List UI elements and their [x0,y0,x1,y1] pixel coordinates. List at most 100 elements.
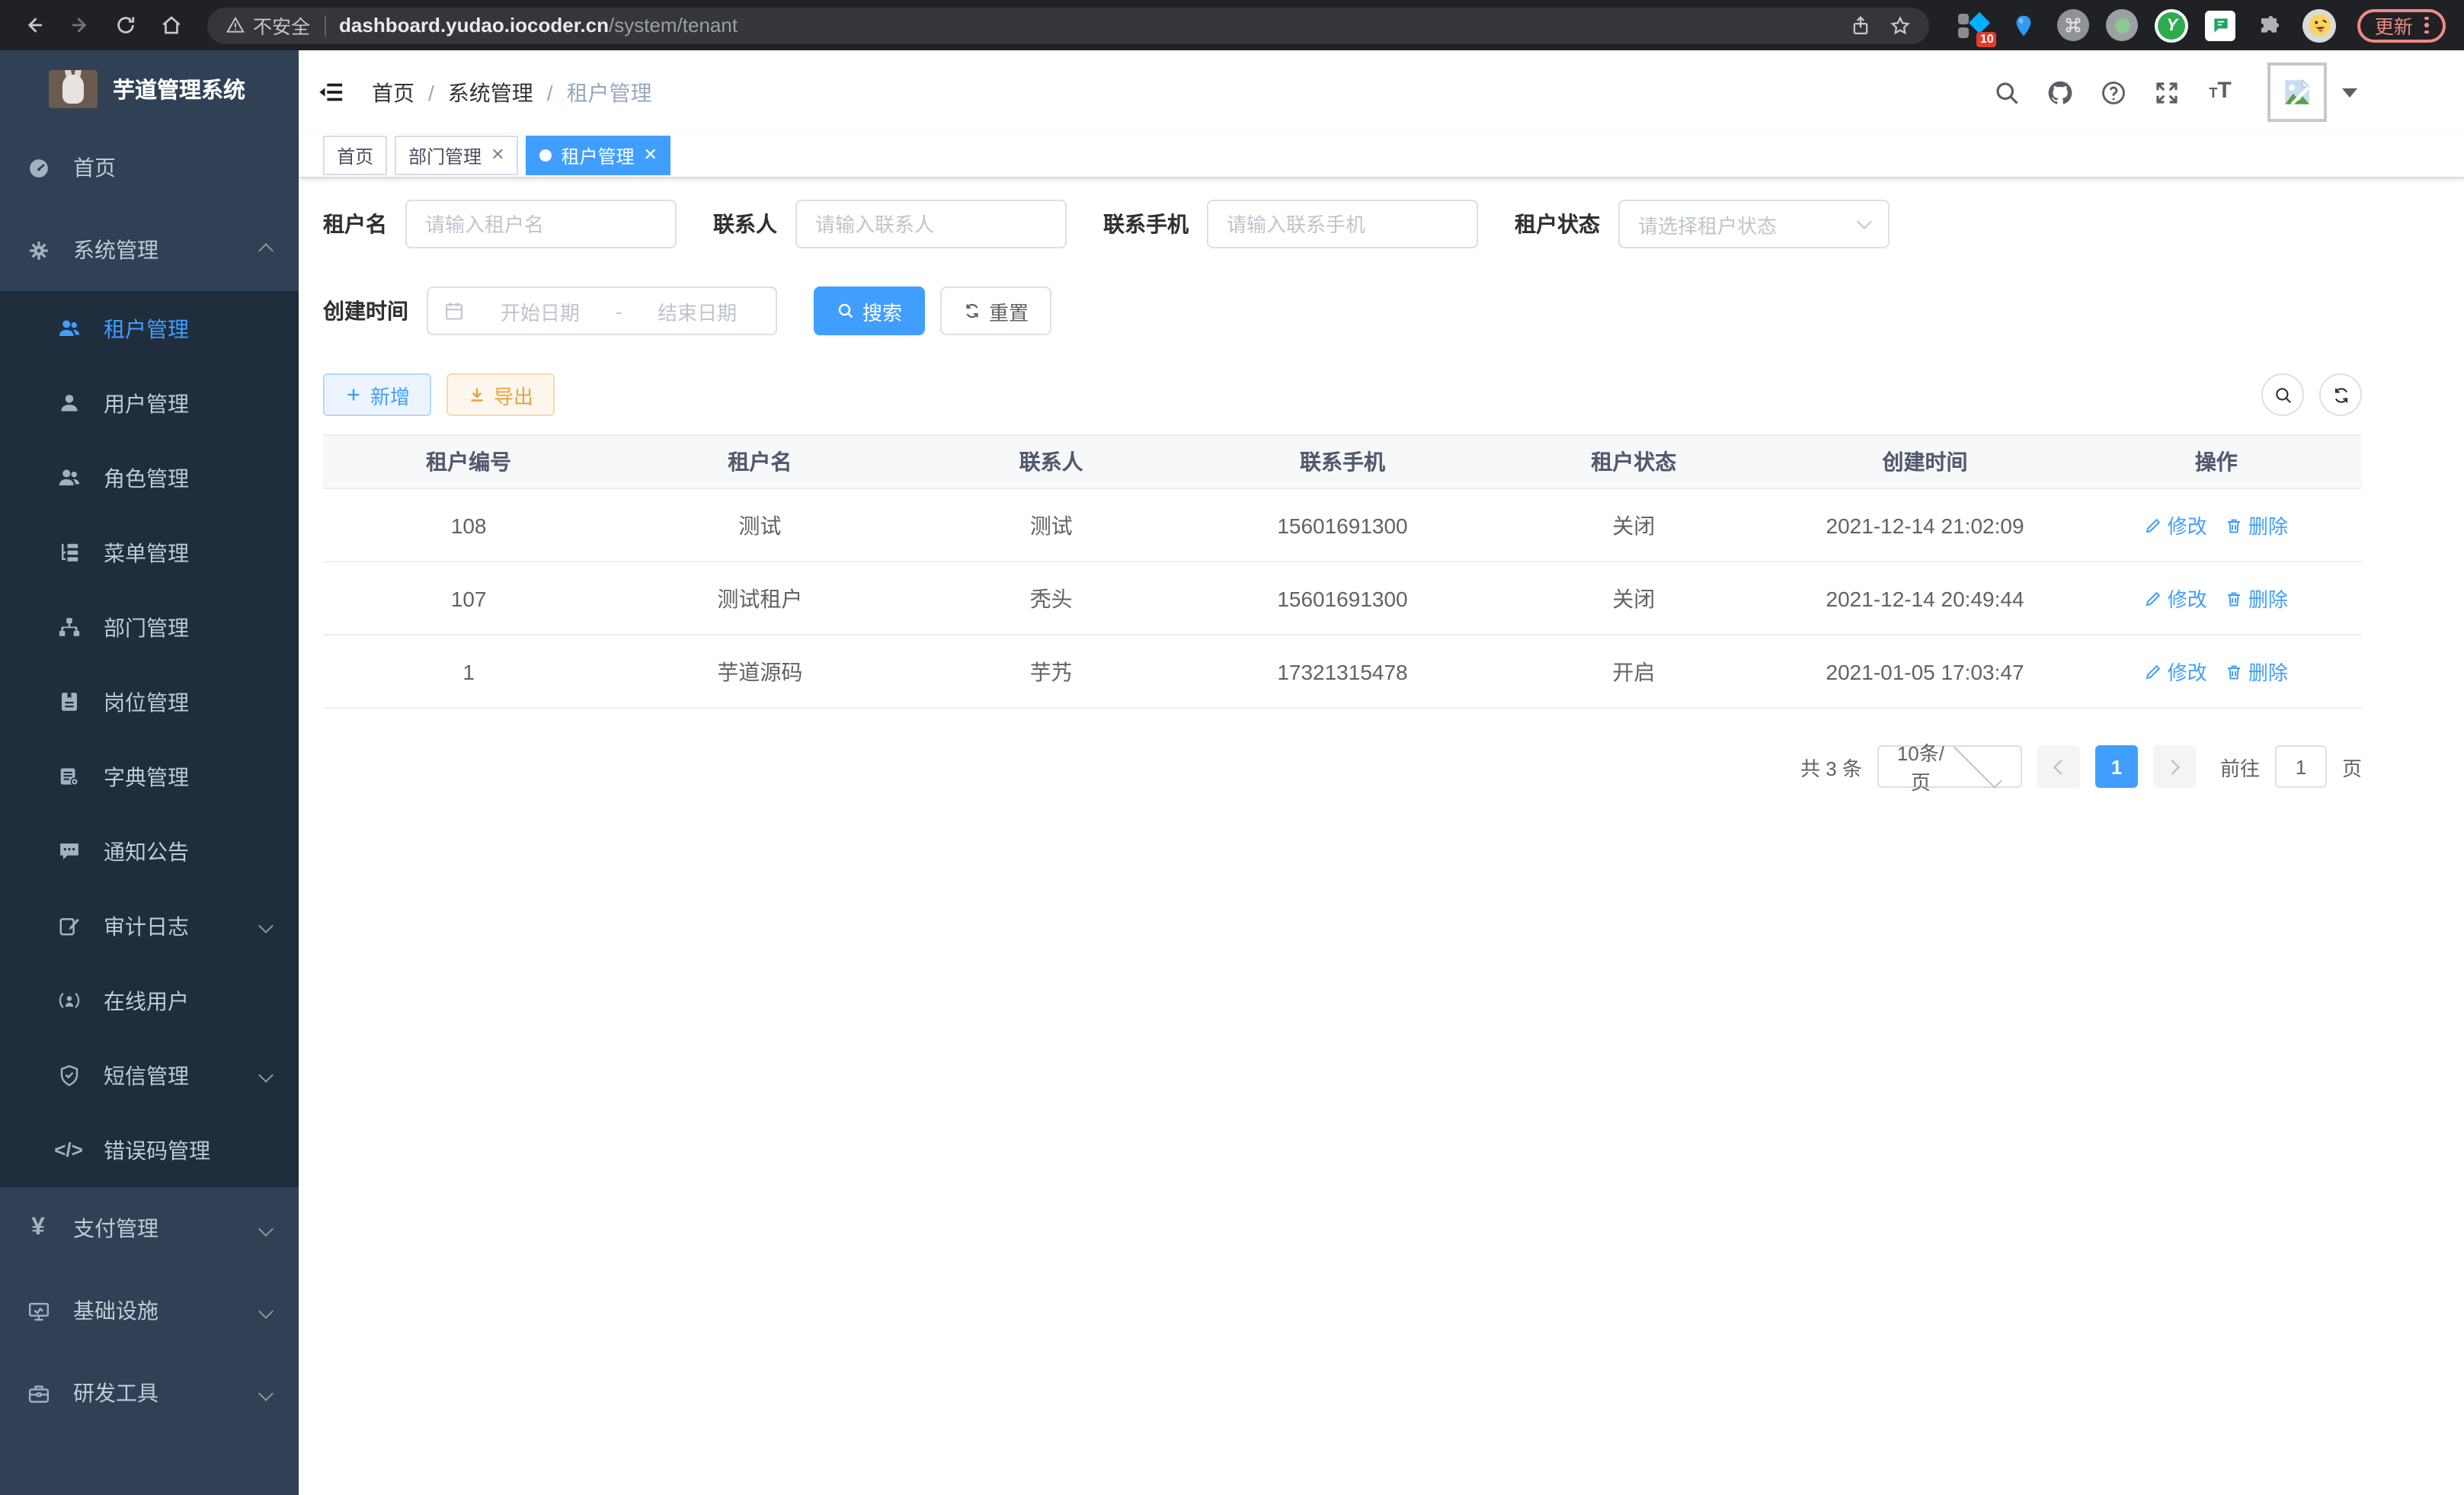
sidebar-item-role[interactable]: 角色管理 [0,440,299,515]
sidebar-item-label: 租户管理 [104,313,277,344]
toggle-search-button[interactable] [2261,373,2304,416]
sidebar-item-tenant[interactable]: 租户管理 [0,291,299,366]
extension-dot-icon[interactable] [2107,9,2139,41]
edit-link[interactable]: 修改 [2145,511,2207,539]
extension-command-icon[interactable] [2058,9,2090,41]
download-icon [468,386,486,404]
navbar: 首页 / 系统管理 / 租户管理 [299,50,2464,134]
browser-reload-icon[interactable] [107,7,143,43]
refresh-table-button[interactable] [2319,373,2362,416]
url-host: dashboard.yudao.iocoder.cn [339,14,609,37]
user-menu[interactable] [2267,62,2357,122]
browser-update-button[interactable]: 更新 [2358,8,2446,42]
extension-pin-icon[interactable] [2008,8,2041,42]
sidebar-toggle-icon[interactable] [314,75,347,109]
github-icon[interactable] [2045,77,2075,107]
status-select[interactable]: 请选择租户状态 [1618,200,1890,248]
tab-label: 租户管理 [562,142,635,168]
reset-button[interactable]: 重置 [940,287,1051,335]
browser-home-icon[interactable] [152,7,189,43]
page-size-select[interactable]: 10条/页 [1877,745,2022,788]
delete-link[interactable]: 删除 [2226,657,2288,686]
sidebar-item-system[interactable]: 系统管理 [0,209,299,291]
extensions-puzzle-icon[interactable] [2253,8,2286,42]
chevron-down-icon [258,1303,274,1318]
font-size-icon[interactable]: TT [2205,77,2235,107]
tenant-name-input[interactable] [405,200,677,248]
search-button[interactable]: 搜索 [814,287,925,335]
tenant-users-icon [56,316,81,341]
mobile-input[interactable] [1207,200,1478,248]
date-range-picker[interactable]: 开始日期 - 结束日期 [427,287,777,335]
goto-page-input[interactable] [2275,745,2327,788]
fullscreen-icon[interactable] [2152,77,2182,107]
sidebar-item-audit-log[interactable]: 审计日志 [0,888,299,963]
breadcrumb-system[interactable]: 系统管理 [448,77,533,107]
contact-input[interactable] [795,200,1067,248]
prev-page-button[interactable] [2037,745,2080,788]
tab-tenant[interactable]: 租户管理 ✕ [526,136,671,175]
next-page-button[interactable] [2153,745,2196,788]
help-icon[interactable] [2098,77,2129,107]
avatar[interactable] [2267,62,2327,122]
sidebar-item-error-code[interactable]: </> 错误码管理 [0,1112,299,1187]
sidebar-item-dict[interactable]: 字典管理 [0,739,299,814]
sidebar-item-sms[interactable]: 短信管理 [0,1038,299,1112]
tenant-page: 租户名 联系人 联系手机 租户状态 请选择租户状态 [299,178,2464,1495]
sidebar-item-menu[interactable]: 菜单管理 [0,515,299,590]
page-size-value: 10条/页 [1893,738,1949,796]
sidebar-item-home[interactable]: 首页 [0,126,299,209]
sidebar-item-online-users[interactable]: 在线用户 [0,963,299,1038]
sidebar-item-notice[interactable]: 通知公告 [0,814,299,888]
tenant-name-label: 租户名 [323,209,387,239]
app-logo: 芋道管理系统 [0,50,299,126]
sidebar-item-user[interactable]: 用户管理 [0,366,299,440]
update-label: 更新 [2375,11,2413,40]
page-1-button[interactable]: 1 [2095,745,2138,788]
edit-link[interactable]: 修改 [2145,584,2207,613]
logo-image [49,69,98,107]
table-row: 1 芋道源码 芋艿 17321315478 开启 2021-01-05 17:0… [323,635,2362,709]
cell-tenant-id: 108 [323,489,614,561]
sidebar-item-devtools[interactable]: 研发工具 [0,1352,299,1434]
status-placeholder: 请选择租户状态 [1638,210,1859,238]
delete-link[interactable]: 删除 [2226,511,2288,539]
tab-home[interactable]: 首页 [323,136,387,175]
breadcrumb-home[interactable]: 首页 [372,77,414,107]
edit-link[interactable]: 修改 [2145,657,2207,686]
sidebar-item-infra[interactable]: 基础设施 [0,1269,299,1352]
browser-forward-icon[interactable] [61,7,98,43]
security-chip[interactable]: 不安全 [226,11,310,40]
warning-icon [226,15,245,35]
tab-dept[interactable]: 部门管理 ✕ [395,136,518,175]
close-icon[interactable]: ✕ [491,147,504,164]
sidebar-item-label: 用户管理 [104,388,277,418]
cell-mobile: 15601691300 [1197,489,1488,561]
sidebar-item-dept[interactable]: 部门管理 [0,590,299,664]
extension-tabs-icon[interactable]: 10 [1957,8,1991,42]
export-button[interactable]: 导出 [446,373,555,416]
url-text[interactable]: dashboard.yudao.iocoder.cn/system/tenant [339,14,1832,37]
tab-label: 首页 [337,142,373,168]
code-icon: </> [56,1138,81,1162]
header-search-icon[interactable] [1992,77,2022,107]
url-path: /system/tenant [609,14,738,37]
add-button[interactable]: 新增 [323,373,431,416]
browser-menu-icon[interactable] [2425,16,2429,34]
sidebar-item-post[interactable]: 岗位管理 [0,664,299,739]
bookmark-star-icon[interactable] [1890,14,1912,36]
url-bar[interactable]: 不安全 dashboard.yudao.iocoder.cn/system/te… [207,7,1930,43]
trash-icon [2226,662,2244,680]
browser-back-icon[interactable] [15,7,52,43]
share-icon[interactable] [1851,14,1872,36]
sidebar-item-pay[interactable]: ¥ 支付管理 [0,1187,299,1269]
pencil-icon [2145,589,2163,607]
refresh-icon [963,302,981,320]
extension-chat-icon[interactable] [2206,10,2236,40]
breadcrumb: 首页 / 系统管理 / 租户管理 [372,77,1992,107]
plus-icon [344,386,363,404]
extension-y-icon[interactable]: Y [2155,8,2189,42]
close-icon[interactable]: ✕ [644,147,658,164]
delete-link[interactable]: 删除 [2226,584,2288,613]
profile-avatar-icon[interactable] [2303,8,2337,42]
